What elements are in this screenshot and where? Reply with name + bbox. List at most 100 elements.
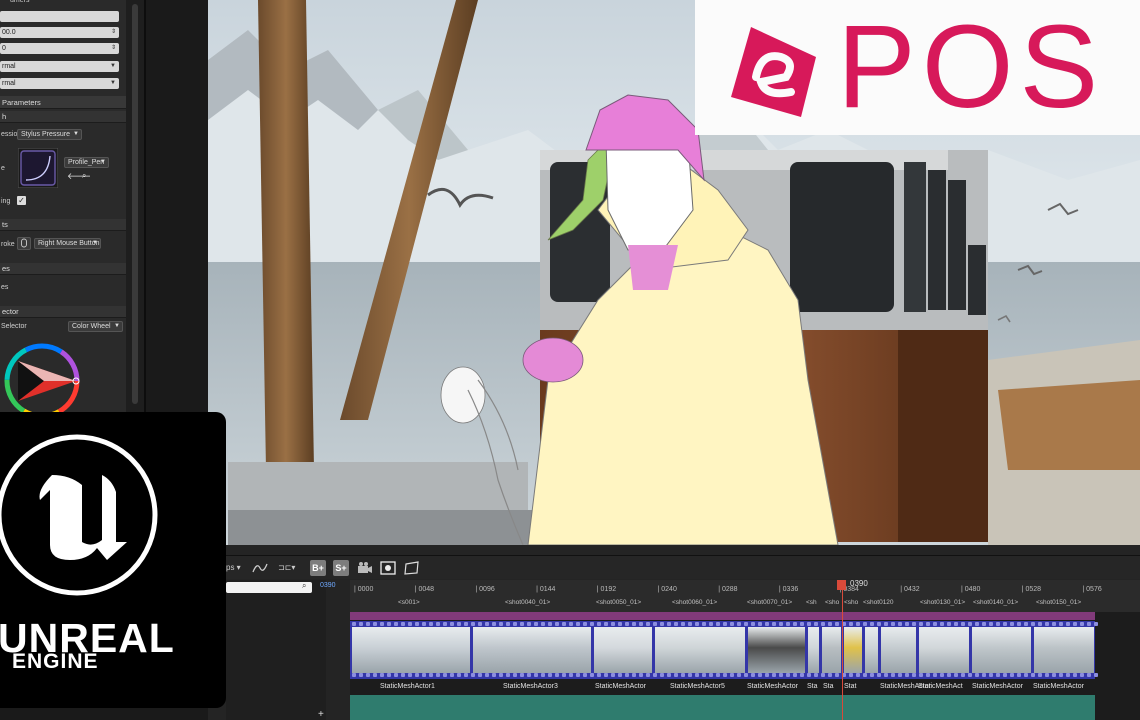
film-sprocket bbox=[562, 622, 566, 626]
dropdown-value: Profile_Pen bbox=[68, 159, 105, 166]
camera-icon[interactable] bbox=[357, 561, 373, 575]
camera-cuts-film-track[interactable] bbox=[350, 621, 1098, 679]
subsequence-track[interactable] bbox=[350, 695, 1095, 720]
film-sprocket bbox=[968, 622, 972, 626]
add-shot-button[interactable]: S+ bbox=[333, 560, 349, 576]
blend-mode-dropdown-2[interactable]: rmal ▼ bbox=[0, 78, 119, 89]
clip-label: StaticMeshActor5 bbox=[670, 683, 725, 690]
frame-export-icon[interactable] bbox=[404, 561, 420, 575]
playhead[interactable] bbox=[842, 580, 843, 720]
property-field-1[interactable] bbox=[0, 11, 119, 22]
shot-clip-thumbnail[interactable] bbox=[473, 627, 591, 673]
film-sprocket bbox=[506, 622, 510, 626]
shot-clip-thumbnail[interactable] bbox=[748, 627, 805, 673]
film-sprocket bbox=[947, 673, 951, 677]
film-sprocket bbox=[380, 673, 384, 677]
film-sprocket bbox=[814, 673, 818, 677]
color-wheel[interactable] bbox=[4, 343, 80, 412]
stroke-key-dropdown[interactable]: Right Mouse Button ▼ bbox=[34, 238, 101, 249]
time-ruler[interactable]: | 0000 | 0048 | 0096 | 0144 | 0192 | 0240 | 02… bbox=[350, 580, 1140, 612]
ruler-tick: | 0048 bbox=[414, 586, 435, 593]
profile-dropdown[interactable]: Profile_Pen ▼ bbox=[64, 157, 109, 168]
film-sprocket bbox=[674, 673, 678, 677]
color-selector-dropdown[interactable]: Color Wheel ▼ bbox=[68, 321, 123, 332]
playhead-handle[interactable] bbox=[837, 580, 846, 590]
film-sprocket bbox=[506, 673, 510, 677]
ruler-tick: | 0288 bbox=[718, 586, 738, 593]
film-sprocket bbox=[604, 673, 608, 677]
mouse-icon[interactable] bbox=[17, 237, 31, 250]
track-search-input[interactable] bbox=[226, 582, 312, 593]
add-icon[interactable]: + bbox=[318, 709, 324, 720]
add-track-icons[interactable]: + ⚉ bbox=[318, 709, 327, 720]
film-sprocket bbox=[947, 622, 951, 626]
clip-label: Sta bbox=[823, 683, 834, 690]
curve-thumbnail-icon[interactable] bbox=[18, 148, 58, 188]
render-frame-icon[interactable] bbox=[380, 561, 396, 575]
shot-clip-thumbnail[interactable] bbox=[822, 627, 841, 673]
shot-clip-thumbnail[interactable] bbox=[808, 627, 819, 673]
shot-label: <sho bbox=[844, 599, 859, 606]
film-sprocket bbox=[499, 673, 503, 677]
shot-track[interactable] bbox=[350, 612, 1095, 620]
browse-search-icon[interactable]: ⌕ bbox=[82, 171, 86, 181]
shot-clip-thumbnail[interactable] bbox=[1034, 627, 1094, 673]
add-bookmark-button[interactable]: B+ bbox=[310, 560, 326, 576]
film-sprocket bbox=[926, 673, 930, 677]
shot-clip-thumbnail[interactable] bbox=[919, 627, 969, 673]
selector-subsection-header[interactable]: ector bbox=[0, 306, 126, 318]
shot-label: <shot0050_01> bbox=[596, 599, 642, 606]
film-sprocket bbox=[443, 673, 447, 677]
film-sprocket bbox=[800, 673, 804, 677]
film-sprocket bbox=[751, 673, 755, 677]
film-sprocket bbox=[674, 622, 678, 626]
search-icon: ⌕ bbox=[302, 581, 307, 590]
brush-subsection-header[interactable]: h bbox=[0, 111, 126, 123]
film-sprocket bbox=[534, 622, 538, 626]
scrollbar-thumb[interactable] bbox=[132, 4, 138, 404]
film-sprocket bbox=[863, 622, 867, 626]
film-sprocket bbox=[366, 673, 370, 677]
film-sprocket bbox=[1094, 622, 1098, 626]
shot-clip-thumbnail[interactable] bbox=[594, 627, 652, 673]
details-scrollbar[interactable] bbox=[126, 0, 144, 412]
film-sprocket bbox=[982, 622, 986, 626]
shot-clip-thumbnail[interactable] bbox=[844, 627, 862, 673]
film-sprocket bbox=[359, 673, 363, 677]
film-sprocket bbox=[919, 673, 923, 677]
shot-clip-thumbnail[interactable] bbox=[972, 627, 1031, 673]
sequencer-timeline[interactable]: | 0000 | 0048 | 0096 | 0144 | 0192 | 0240 | 02… bbox=[350, 580, 1140, 720]
parameters-section-header[interactable]: Parameters bbox=[0, 96, 126, 109]
chevron-down-icon: ▼ bbox=[92, 240, 98, 246]
shot-clip-thumbnail[interactable] bbox=[655, 627, 745, 673]
es-subsection-header[interactable]: es bbox=[0, 263, 126, 275]
film-sprocket bbox=[765, 673, 769, 677]
current-frame-readout[interactable]: 0390 bbox=[320, 582, 336, 589]
range-dropdown[interactable]: ⊐⊏▾ bbox=[278, 560, 295, 576]
shot-clip-thumbnail[interactable] bbox=[865, 627, 878, 673]
film-sprocket bbox=[1017, 673, 1021, 677]
film-sprocket bbox=[975, 673, 979, 677]
blend-mode-dropdown-1[interactable]: rmal ▼ bbox=[0, 61, 119, 72]
film-sprocket bbox=[1024, 622, 1028, 626]
property-field-2[interactable]: 00.0 ⇕ bbox=[0, 27, 119, 38]
snap-dropdown[interactable]: ps ▾ bbox=[226, 560, 241, 576]
film-sprocket bbox=[527, 673, 531, 677]
spin-icon: ⇕ bbox=[110, 45, 116, 51]
chevron-down-icon: ▼ bbox=[110, 80, 116, 86]
ruler-tick: | 0480 bbox=[961, 586, 981, 593]
shot-clip-thumbnail[interactable] bbox=[352, 627, 470, 673]
film-sprocket bbox=[695, 622, 699, 626]
shortcuts-subsection-header[interactable]: ts bbox=[0, 219, 126, 231]
film-sprocket bbox=[835, 673, 839, 677]
film-sprocket bbox=[849, 622, 853, 626]
film-sprocket bbox=[940, 622, 944, 626]
film-sprocket bbox=[513, 673, 517, 677]
use-selected-arrow-icon[interactable]: 🡐 bbox=[67, 171, 91, 182]
property-field-3[interactable]: 0 ⇕ bbox=[0, 43, 119, 54]
pressure-dropdown[interactable]: Stylus Pressure ▼ bbox=[17, 129, 82, 140]
curve-editor-icon[interactable] bbox=[252, 561, 268, 575]
film-sprocket bbox=[422, 673, 426, 677]
shot-clip-thumbnail[interactable] bbox=[881, 627, 916, 673]
smoothing-checkbox[interactable]: ✓ bbox=[17, 196, 26, 205]
